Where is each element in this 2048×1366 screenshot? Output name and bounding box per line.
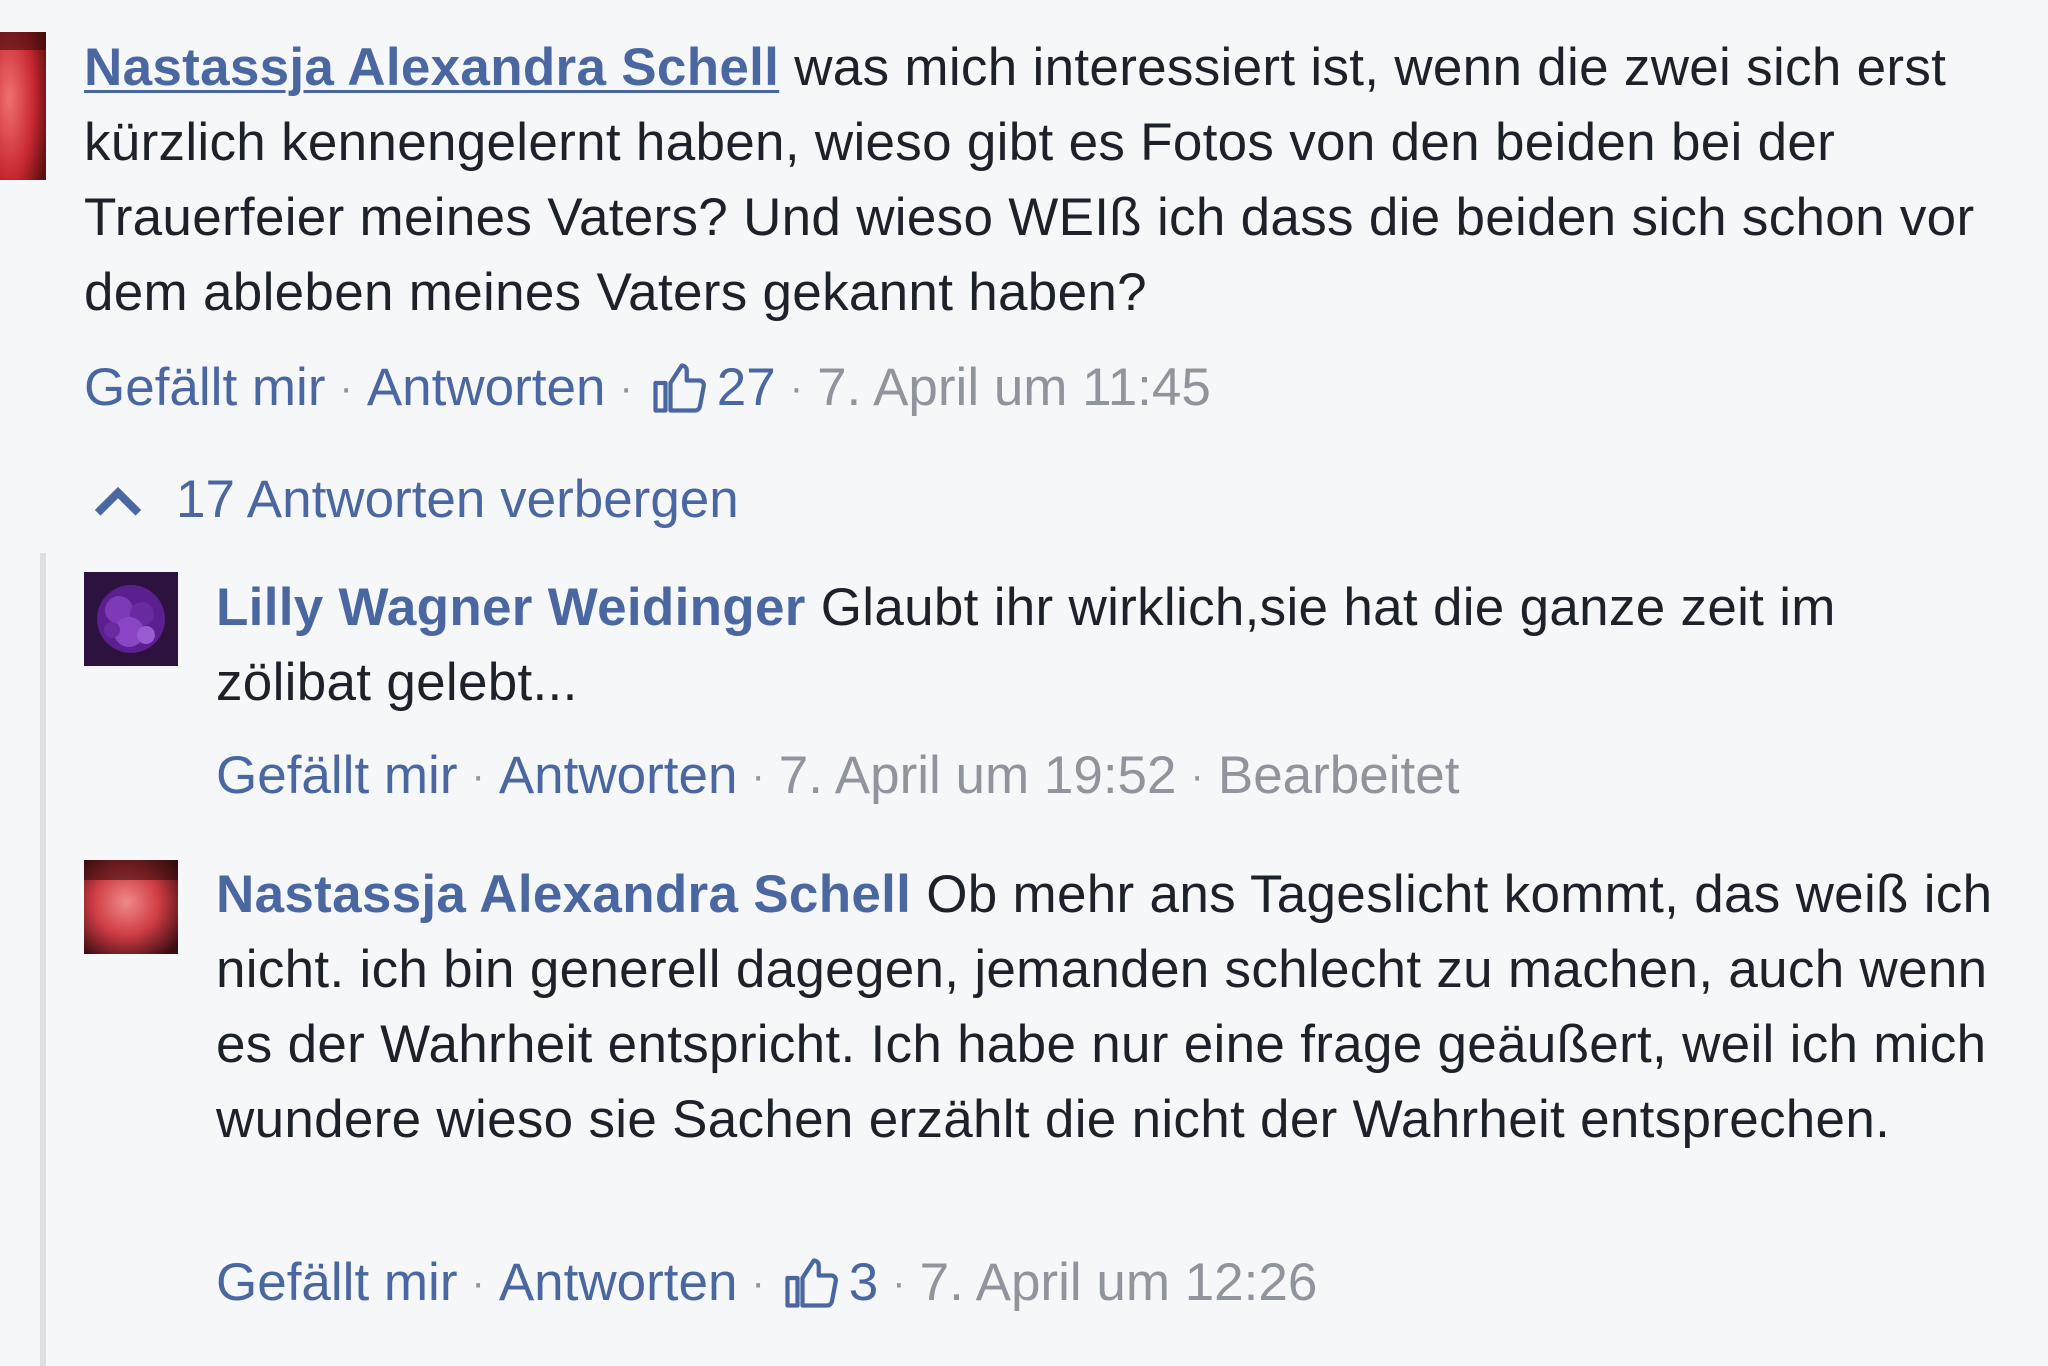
thumbs-up-icon[interactable] (779, 1253, 841, 1313)
comment-actions: Gefällt mir · Antworten · 3 · 7. April u… (216, 1253, 1317, 1313)
avatar[interactable] (0, 32, 46, 180)
reply-button[interactable]: Antworten (499, 746, 738, 806)
timestamp[interactable]: 7. April um 19:52 (779, 746, 1177, 806)
main-comment: Nastassja Alexandra Schell was mich inte… (0, 0, 2048, 440)
reply-comment: Nastassja Alexandra Schell Ob mehr ans T… (0, 845, 2048, 1345)
hide-replies-label: 17 Antworten verbergen (176, 470, 739, 529)
reply-button[interactable]: Antworten (367, 358, 606, 418)
author-link[interactable]: Nastassja Alexandra Schell (84, 38, 779, 97)
like-button[interactable]: Gefällt mir (216, 746, 457, 806)
timestamp[interactable]: 7. April um 11:45 (817, 358, 1211, 418)
comment-body: Nastassja Alexandra Schell Ob mehr ans T… (216, 857, 1996, 1157)
separator-dot: · (892, 1261, 906, 1305)
author-link[interactable]: Nastassja Alexandra Schell (216, 865, 911, 924)
hide-replies-toggle[interactable]: 17 Antworten verbergen (88, 470, 739, 530)
comment-thread: Nastassja Alexandra Schell was mich inte… (0, 0, 2048, 1366)
separator-dot: · (339, 366, 353, 410)
like-button[interactable]: Gefällt mir (84, 358, 325, 418)
like-count[interactable]: 27 (717, 358, 776, 418)
comment-actions: Gefällt mir · Antworten · 27 · 7. April … (84, 358, 1211, 418)
separator-dot: · (751, 754, 765, 798)
separator-dot: · (619, 366, 633, 410)
separator-dot: · (1190, 754, 1204, 798)
author-link[interactable]: Lilly Wagner Weidinger (216, 578, 806, 637)
timestamp[interactable]: 7. April um 12:26 (920, 1253, 1318, 1313)
avatar[interactable] (84, 572, 178, 666)
separator-dot: · (471, 1261, 485, 1305)
edited-label[interactable]: Bearbeitet (1218, 746, 1460, 806)
reply-comment: Lilly Wagner Weidinger Glaubt ihr wirkli… (0, 560, 2048, 830)
comment-actions: Gefällt mir · Antworten · 7. April um 19… (216, 746, 1459, 806)
thumbs-up-icon[interactable] (647, 358, 709, 418)
separator-dot: · (471, 754, 485, 798)
avatar[interactable] (84, 860, 178, 954)
separator-dot: · (751, 1261, 765, 1305)
like-count[interactable]: 3 (849, 1253, 878, 1313)
separator-dot: · (789, 366, 804, 410)
reply-button[interactable]: Antworten (499, 1253, 738, 1313)
like-button[interactable]: Gefällt mir (216, 1253, 457, 1313)
comment-body: Lilly Wagner Weidinger Glaubt ihr wirkli… (216, 570, 2006, 720)
chevron-up-icon (94, 486, 142, 516)
comment-body: Nastassja Alexandra Schell was mich inte… (84, 30, 2014, 330)
